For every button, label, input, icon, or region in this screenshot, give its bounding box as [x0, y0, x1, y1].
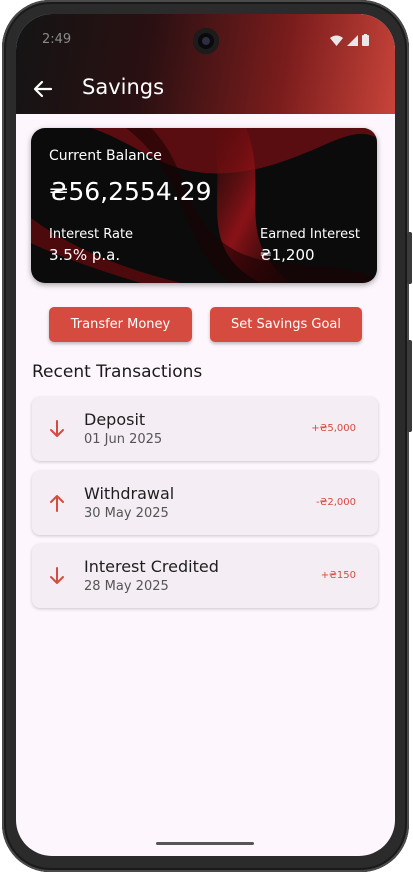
status-icons — [330, 34, 369, 46]
battery-icon — [362, 34, 369, 46]
screen: 2:49 Savings Current Balance ₴56,2554.29… — [16, 14, 395, 856]
volume-button — [407, 232, 412, 284]
balance-card: Current Balance ₴56,2554.29 Interest Rat… — [31, 128, 377, 283]
set-savings-goal-button[interactable]: Set Savings Goal — [210, 307, 362, 342]
transaction-date: 30 May 2025 — [84, 506, 169, 521]
earned-interest-value: ₴1,200 — [260, 246, 315, 264]
transaction-amount: +₴5,000 — [311, 423, 356, 434]
transfer-money-button[interactable]: Transfer Money — [49, 307, 192, 342]
transaction-amount: -₴2,000 — [316, 497, 356, 508]
signal-icon — [347, 34, 358, 46]
power-button — [407, 340, 412, 432]
recent-transactions-heading: Recent Transactions — [32, 362, 203, 382]
home-indicator[interactable] — [156, 842, 254, 845]
arrow-down-icon — [50, 567, 64, 584]
transaction-amount: +₴150 — [320, 570, 356, 581]
transaction-name: Withdrawal — [84, 484, 175, 503]
transaction-date: 28 May 2025 — [84, 579, 169, 594]
camera-cutout — [193, 28, 219, 54]
transaction-name: Interest Credited — [84, 557, 219, 576]
page-title: Savings — [82, 75, 165, 99]
interest-rate-label: Interest Rate — [49, 227, 134, 242]
interest-rate-value: 3.5% p.a. — [49, 246, 121, 264]
app-bar: 2:49 Savings — [16, 14, 395, 114]
arrow-up-icon — [50, 495, 64, 512]
wifi-icon — [330, 35, 343, 46]
balance-amount: ₴56,2554.29 — [49, 177, 212, 206]
earned-interest-label: Earned Interest — [260, 227, 361, 242]
transaction-item[interactable]: Interest Credited 28 May 2025 +₴150 — [32, 544, 378, 608]
transaction-name: Deposit — [84, 410, 146, 429]
balance-label: Current Balance — [49, 148, 162, 164]
transaction-date: 01 Jun 2025 — [84, 432, 163, 447]
arrow-down-icon — [50, 420, 64, 437]
transaction-item[interactable]: Withdrawal 30 May 2025 -₴2,000 — [32, 471, 378, 535]
transaction-item[interactable]: Deposit 01 Jun 2025 +₴5,000 — [32, 397, 378, 461]
phone-frame: 2:49 Savings Current Balance ₴56,2554.29… — [2, 0, 412, 872]
status-time: 2:49 — [42, 32, 72, 47]
back-arrow-icon[interactable] — [32, 78, 54, 100]
